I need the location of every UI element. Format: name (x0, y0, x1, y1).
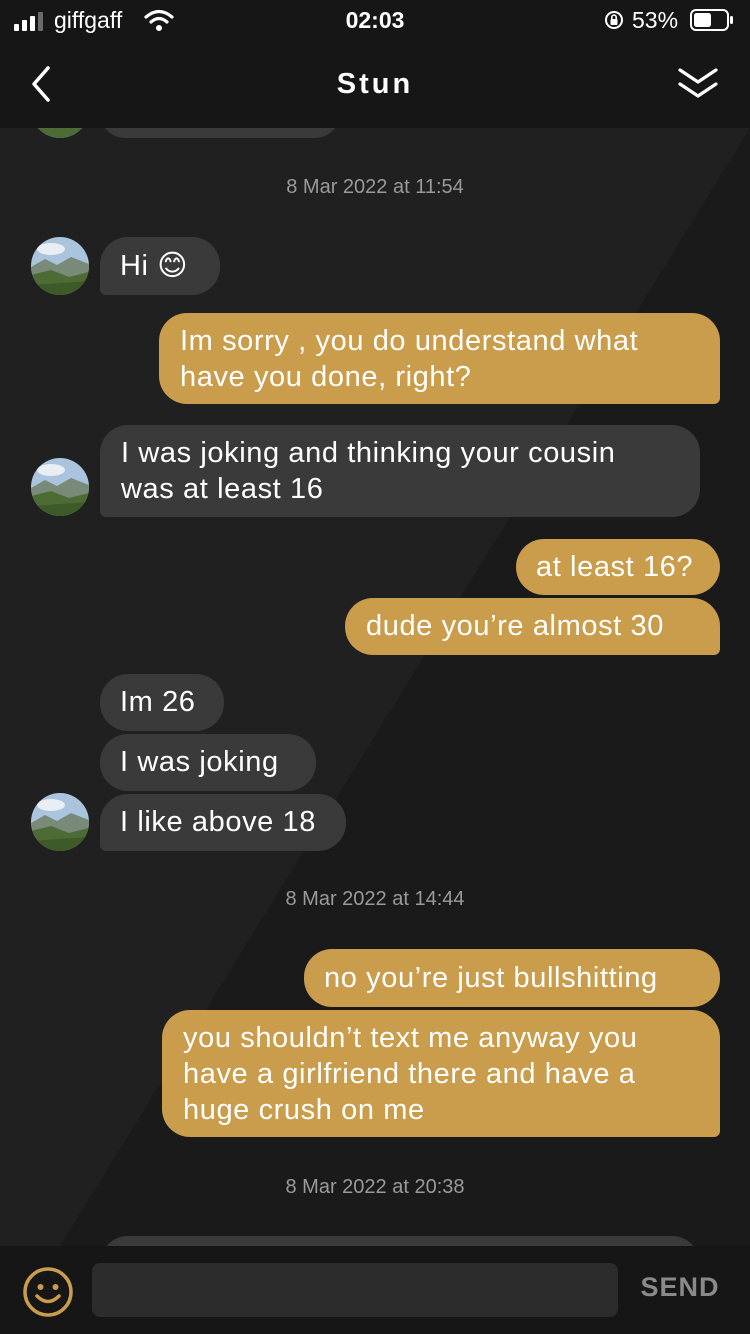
double-chevron-down-icon[interactable] (674, 62, 722, 106)
rotation-lock-icon (605, 11, 623, 29)
send-button[interactable]: SEND (630, 1272, 730, 1303)
message-list[interactable]: 8 Mar 2022 at 11:54 Hi 😊 Im sorry , you … (0, 128, 750, 1246)
outgoing-message[interactable]: no you’re just bullshitting (304, 949, 720, 1007)
outgoing-message[interactable]: dude you’re almost 30 (345, 598, 720, 655)
timestamp: 8 Mar 2022 at 11:54 (286, 176, 464, 198)
incoming-message[interactable]: Im 26 (100, 674, 224, 731)
outgoing-message[interactable]: Im sorry , you do understand what have y… (159, 313, 720, 404)
incoming-message[interactable]: I like above 18 (100, 794, 346, 851)
incoming-message[interactable]: Hi 😊 (100, 237, 220, 295)
smiley-icon[interactable] (22, 1266, 74, 1318)
message-bubble-partial (100, 1236, 700, 1246)
outgoing-message[interactable]: you shouldn’t text me anyway you have a … (162, 1010, 720, 1137)
battery-icon (690, 9, 733, 31)
message-composer: SEND (0, 1246, 750, 1334)
timestamp: 8 Mar 2022 at 20:38 (285, 1176, 465, 1198)
message-bubble-partial (100, 128, 340, 138)
incoming-message[interactable]: I was joking (100, 734, 316, 791)
contact-avatar[interactable] (31, 458, 89, 516)
incoming-message[interactable]: I was joking and thinking your cousin wa… (100, 425, 700, 517)
timestamp: 8 Mar 2022 at 14:44 (285, 888, 465, 910)
battery-percent: 53% (632, 7, 679, 33)
contact-avatar[interactable] (31, 237, 89, 295)
contact-name[interactable]: Stun (0, 68, 750, 101)
contact-avatar[interactable] (31, 793, 89, 851)
chat-header: Stun (0, 40, 750, 128)
status-bar: giffgaff 02:03 53% (0, 0, 750, 40)
outgoing-message[interactable]: at least 16? (516, 539, 720, 595)
message-input[interactable] (92, 1263, 618, 1317)
